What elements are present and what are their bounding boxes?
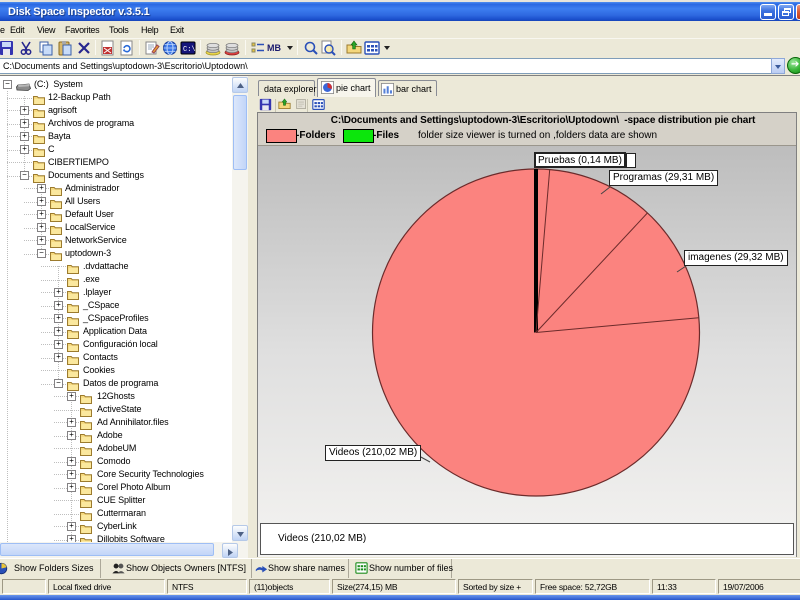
svg-text:C:\: C:\: [183, 46, 196, 54]
